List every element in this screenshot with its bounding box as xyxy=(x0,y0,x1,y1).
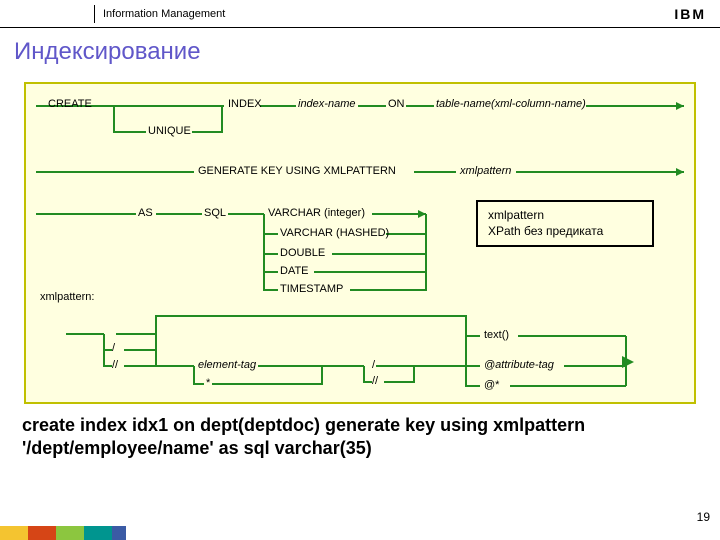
type-double: DOUBLE xyxy=(280,247,325,259)
note-line2: XPath без предиката xyxy=(488,224,642,240)
kw-generate: GENERATE KEY USING XMLPATTERN xyxy=(198,165,396,177)
note-line1: xmlpattern xyxy=(488,208,642,224)
lbl-table-col: table-name(xml-column-name) xyxy=(436,98,586,110)
path-dslash-2: // xyxy=(372,375,378,387)
page-title: Индексирование xyxy=(0,28,720,74)
kw-on: ON xyxy=(388,98,405,110)
header-left: Information Management xyxy=(14,5,225,23)
kw-sql: SQL xyxy=(204,207,226,219)
type-timestamp: TIMESTAMP xyxy=(280,283,343,295)
xmlpattern-label: xmlpattern: xyxy=(40,291,94,303)
color-block-5 xyxy=(112,526,126,540)
type-varchar-hashed: VARCHAR (HASHED) xyxy=(280,227,389,239)
header-divider xyxy=(94,5,95,23)
syntax-diagram: CREATE INDEX index-name ON table-name(xm… xyxy=(24,82,696,404)
sql-example: create index idx1 on dept(deptdoc) gener… xyxy=(0,414,720,459)
color-block-4 xyxy=(84,526,112,540)
color-block-3 xyxy=(56,526,84,540)
kw-index: INDEX xyxy=(228,98,262,110)
path-star-1: * xyxy=(206,377,210,389)
ibm-logo: IBM xyxy=(674,6,706,22)
kw-create: CREATE xyxy=(48,98,92,110)
path-slash-1: / xyxy=(112,342,115,354)
header-bar: Information Management IBM xyxy=(0,0,720,28)
header-section: Information Management xyxy=(103,8,225,20)
lbl-index-name: index-name xyxy=(298,98,355,110)
at-star: @* xyxy=(484,379,499,391)
attribute-tag: @attribute-tag xyxy=(484,359,554,371)
lbl-xmlpattern: xmlpattern xyxy=(460,165,511,177)
footer-spacer xyxy=(126,526,720,540)
page-number: 19 xyxy=(697,510,710,524)
kw-unique: UNIQUE xyxy=(148,125,191,137)
element-tag: element-tag xyxy=(198,359,256,371)
color-block-1 xyxy=(0,526,28,540)
text-fn: text() xyxy=(484,329,509,341)
footer-stripe xyxy=(0,526,720,540)
note-xmlpattern: xmlpattern XPath без предиката xyxy=(476,200,654,247)
type-date: DATE xyxy=(280,265,309,277)
type-varchar-int: VARCHAR (integer) xyxy=(268,207,365,219)
path-dslash-1: // xyxy=(112,359,118,371)
path-slash-2: / xyxy=(372,359,375,371)
color-block-2 xyxy=(28,526,56,540)
kw-as: AS xyxy=(138,207,153,219)
